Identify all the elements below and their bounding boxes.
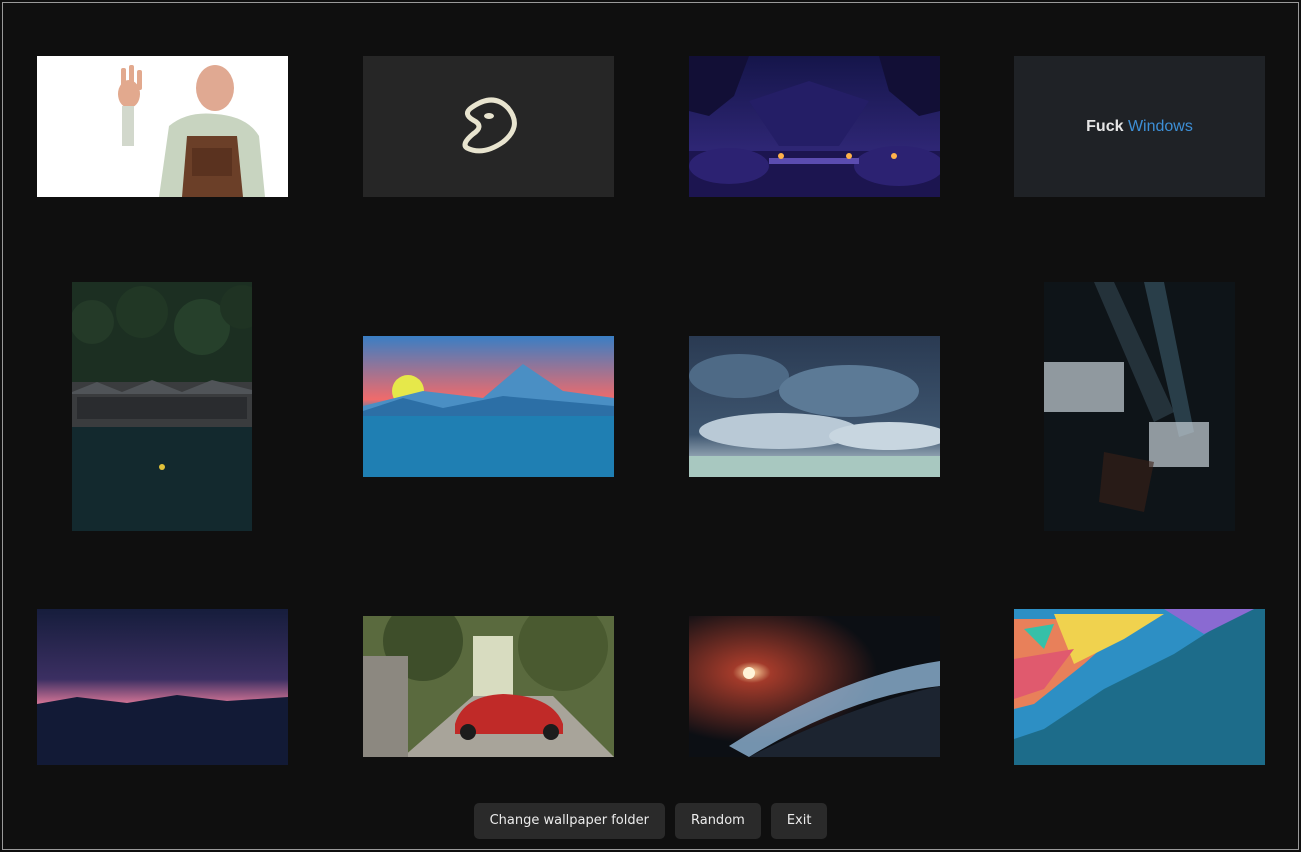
wallpaper-thumb-night-dusk-mountains[interactable] (37, 609, 288, 765)
wallpaper-image (363, 616, 614, 757)
wallpaper-thumb-red-sports-car[interactable] (363, 616, 614, 757)
wallpaper-thumb-stormy-sky-anime[interactable] (689, 336, 940, 477)
wallpaper-image (363, 336, 614, 477)
wallpaper-image (363, 56, 614, 197)
random-button[interactable]: Random (674, 803, 761, 839)
wallpaper-image (689, 56, 940, 197)
wallpaper-image (1014, 609, 1265, 765)
wallpaper-thumb-sunset-mountain-lake[interactable] (363, 336, 614, 477)
wallpaper-text: Fuck Windows (1086, 118, 1193, 136)
wallpaper-image (689, 336, 940, 477)
wallpaper-image (37, 56, 288, 197)
wallpaper-text-bold: Fuck (1086, 117, 1124, 135)
exit-button[interactable]: Exit (770, 803, 828, 839)
wallpaper-thumb-space-planet-flare[interactable] (689, 616, 940, 757)
wallpaper-image (1044, 282, 1235, 531)
wallpaper-thumb-light-beams-architecture[interactable] (1044, 282, 1235, 531)
wallpaper-image (37, 609, 288, 765)
wallpaper-thumb-purple-cave-scene[interactable] (689, 56, 940, 197)
wallpaper-text-accent: Windows (1127, 117, 1193, 135)
wallpaper-thumb-hexagon-gradient[interactable] (1014, 609, 1265, 765)
change-wallpaper-folder-button[interactable]: Change wallpaper folder (473, 803, 665, 839)
wallpaper-thumb-ok-gesture-man[interactable] (37, 56, 288, 197)
wallpaper-image (72, 282, 252, 531)
wallpaper-thumb-gentoo-logo[interactable] (363, 56, 614, 197)
wallpaper-picker-window: Fuck Windows Change wallpaper folder Ran… (2, 2, 1299, 850)
wallpaper-image (689, 616, 940, 757)
wallpaper-thumb-text-wallpaper[interactable]: Fuck Windows (1014, 56, 1265, 197)
wallpaper-thumb-lakeside-village[interactable] (72, 282, 252, 531)
action-bar: Change wallpaper folder Random Exit (3, 803, 1298, 839)
